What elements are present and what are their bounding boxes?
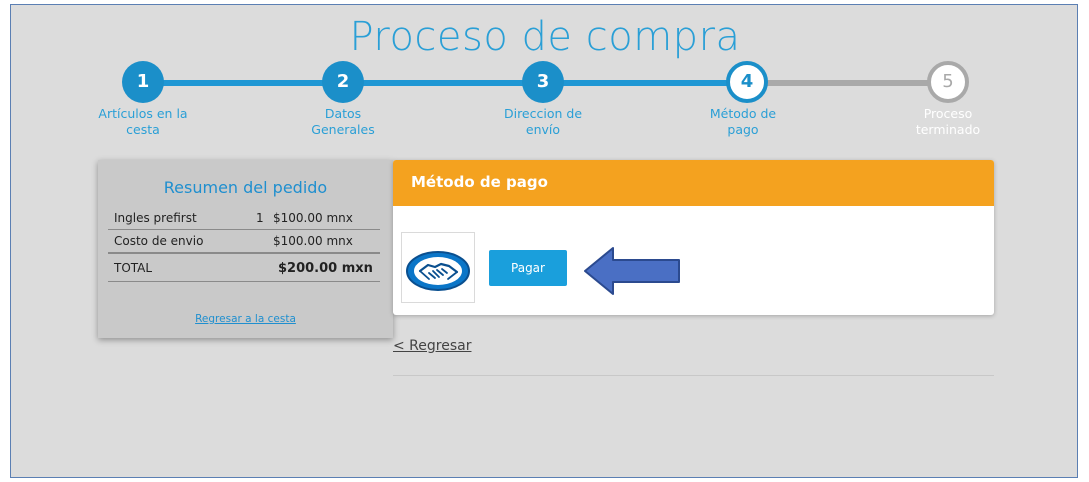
- order-total-value: $200.00 mxn: [278, 261, 373, 276]
- step-1-label-line2: cesta: [126, 122, 160, 137]
- order-row: Ingles prefirst 1 $100.00 mnx: [108, 207, 380, 230]
- step-1-label: Artículos en la cesta: [83, 106, 203, 138]
- payment-method-panel: Método de pago Pagar: [393, 160, 994, 315]
- step-3-label-line1: Direccion de: [503, 106, 583, 121]
- step-4-circle: 4: [726, 61, 768, 103]
- step-2-label: Datos Generales: [283, 106, 403, 138]
- content-divider: [393, 375, 994, 376]
- order-row: Costo de envio $100.00 mnx: [108, 230, 380, 253]
- payment-method-header: Método de pago: [393, 160, 994, 206]
- back-to-cart-link[interactable]: Regresar a la cesta: [98, 313, 393, 325]
- arrow-left-icon: [584, 247, 680, 295]
- pay-button[interactable]: Pagar: [489, 250, 567, 286]
- order-summary-panel: Resumen del pedido Ingles prefirst 1 $10…: [98, 160, 393, 338]
- step-4-label-line1: Método de: [709, 106, 777, 121]
- step-1-circle: 1: [122, 61, 164, 103]
- step-2-circle: 2: [322, 61, 364, 103]
- stepper-pending-line: [743, 80, 943, 86]
- order-summary-table: Ingles prefirst 1 $100.00 mnx Costo de e…: [108, 207, 380, 282]
- step-5-label-line2: terminado: [915, 122, 981, 137]
- step-3-circle: 3: [522, 61, 564, 103]
- step-5-label: Proceso terminado: [888, 106, 1008, 138]
- step-4-label: Método de pago: [683, 106, 803, 138]
- step-2-label-line2: Generales: [311, 122, 375, 137]
- step-4-label-line2: pago: [727, 122, 759, 137]
- back-link[interactable]: < Regresar: [393, 338, 471, 354]
- step-5-label-line1: Proceso: [923, 106, 973, 121]
- step-3-label: Direccion de envío: [483, 106, 603, 138]
- order-summary-title: Resumen del pedido: [163, 178, 328, 197]
- app-frame: Proceso de compra 1 2 3 4 5 Artículos en…: [10, 4, 1078, 478]
- step-3-label-line2: envío: [525, 122, 561, 137]
- order-total-label: TOTAL: [114, 261, 153, 275]
- step-2-label-line1: Datos: [324, 106, 362, 121]
- stepper-progress-line: [143, 80, 743, 86]
- order-row-qty: 1: [256, 211, 264, 225]
- payment-method-title: Método de pago: [411, 173, 548, 191]
- mercadopago-handshake-icon[interactable]: [401, 232, 475, 303]
- order-row-name: Ingles prefirst: [114, 211, 197, 225]
- step-1-label-line1: Artículos en la: [98, 106, 188, 121]
- step-5-circle: 5: [927, 61, 969, 103]
- order-total-row: TOTAL $200.00 mxn: [108, 253, 380, 282]
- mercadopago-logo-svg: [406, 251, 470, 291]
- checkout-stepper: 1 2 3 4 5 Artículos en la cesta Datos Ge…: [11, 5, 1077, 155]
- order-row-name: Costo de envio: [114, 234, 204, 248]
- order-row-price: $100.00 mnx: [273, 234, 353, 248]
- order-row-price: $100.00 mnx: [273, 211, 353, 225]
